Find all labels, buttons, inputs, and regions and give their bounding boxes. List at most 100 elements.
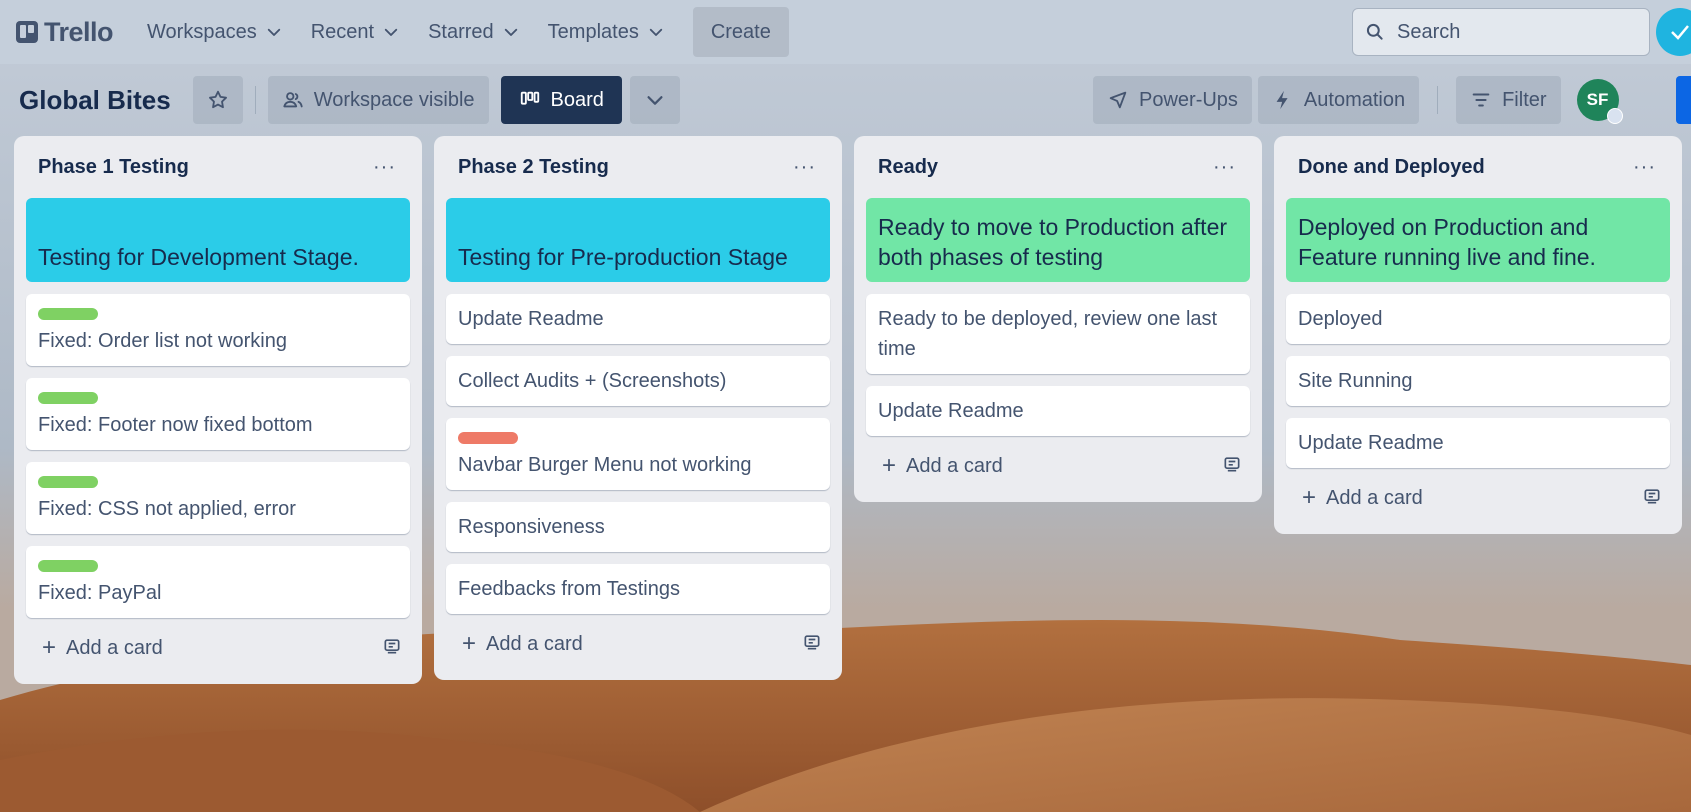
star-icon <box>208 90 227 109</box>
avatar[interactable]: SF <box>1576 79 1623 124</box>
list-footer: + Add a card <box>1286 474 1670 522</box>
nav-templates-label: Templates <box>547 20 639 43</box>
card-title: Fixed: CSS not applied, error <box>38 498 296 520</box>
template-icon[interactable] <box>802 632 822 657</box>
trello-logo[interactable]: Trello <box>16 17 114 48</box>
powerups-button[interactable]: Power-Ups <box>1093 76 1252 124</box>
nav-starred[interactable]: Starred <box>416 8 532 56</box>
board-title[interactable]: Global Bites <box>19 85 171 116</box>
card[interactable]: Responsiveness <box>446 502 830 552</box>
card[interactable]: Fixed: PayPal <box>26 546 410 618</box>
nav-menu: Workspaces Recent Starred Templates Crea… <box>135 7 789 57</box>
card[interactable]: Navbar Burger Menu not working <box>446 418 830 490</box>
card[interactable]: Update Readme <box>866 386 1250 436</box>
template-icon[interactable] <box>382 636 402 661</box>
add-card-label: Add a card <box>1326 486 1423 509</box>
nav-recent[interactable]: Recent <box>299 8 412 56</box>
nav-starred-label: Starred <box>428 20 494 43</box>
visibility-label: Workspace visible <box>313 88 475 111</box>
nav-recent-label: Recent <box>310 20 375 43</box>
card-label-green[interactable] <box>38 308 98 320</box>
list-header[interactable]: Done and Deployed ··· <box>1286 136 1670 198</box>
list-ready: Ready ··· Ready to move to Production af… <box>854 136 1262 502</box>
search-input[interactable] <box>1397 20 1597 44</box>
card[interactable]: Site Running <box>1286 356 1670 406</box>
cover-card[interactable]: Testing for Pre-production Stage <box>446 198 830 282</box>
list-title[interactable]: Ready <box>878 156 938 179</box>
list-header[interactable]: Ready ··· <box>866 136 1250 198</box>
list-footer: + Add a card <box>446 620 830 668</box>
people-icon <box>283 92 303 108</box>
list-title[interactable]: Phase 1 Testing <box>38 156 189 179</box>
chevron-down-icon <box>647 96 663 105</box>
lightning-icon <box>1276 90 1288 110</box>
card[interactable]: Update Readme <box>446 294 830 344</box>
card-title: Ready to be deployed, review one last ti… <box>878 308 1218 360</box>
list-menu-icon[interactable]: ··· <box>787 152 822 183</box>
rocket-icon <box>1109 91 1127 109</box>
card[interactable]: Update Readme <box>1286 418 1670 468</box>
nav-workspaces[interactable]: Workspaces <box>135 8 295 56</box>
card-label-green[interactable] <box>38 392 98 404</box>
card-label-green[interactable] <box>38 476 98 488</box>
automation-label: Automation <box>1303 88 1406 111</box>
add-card-button[interactable]: + Add a card <box>882 454 1003 478</box>
chevron-down-icon <box>504 28 517 36</box>
list-phase-1-testing: Phase 1 Testing ··· Testing for Developm… <box>14 136 422 684</box>
list-title[interactable]: Done and Deployed <box>1298 156 1485 179</box>
card-label-green[interactable] <box>38 560 98 572</box>
list-menu-icon[interactable]: ··· <box>1207 152 1242 183</box>
star-board-button[interactable] <box>192 76 243 124</box>
filter-button[interactable]: Filter <box>1456 76 1561 124</box>
card-label-red[interactable] <box>458 432 518 444</box>
cover-card[interactable]: Testing for Development Stage. <box>26 198 410 282</box>
template-icon[interactable] <box>1642 486 1662 511</box>
cover-card[interactable]: Deployed on Production and Feature runni… <box>1286 198 1670 282</box>
card[interactable]: Feedbacks from Testings <box>446 564 830 614</box>
create-button[interactable]: Create <box>692 7 789 57</box>
card-title: Update Readme <box>878 400 1024 422</box>
divider <box>1437 86 1439 114</box>
visibility-button[interactable]: Workspace visible <box>267 76 489 124</box>
automation-button[interactable]: Automation <box>1257 76 1420 124</box>
card-list: Ready to move to Production after both p… <box>866 198 1250 436</box>
card-title: Testing for Development Stage. <box>38 244 359 270</box>
card[interactable]: Ready to be deployed, review one last ti… <box>866 294 1250 374</box>
list-title[interactable]: Phase 2 Testing <box>458 156 609 179</box>
card-title: Deployed on Production and Feature runni… <box>1298 214 1596 270</box>
board-view-button[interactable]: Board <box>500 76 622 124</box>
search-box[interactable] <box>1352 8 1650 56</box>
list-menu-icon[interactable]: ··· <box>1627 152 1662 183</box>
add-card-button[interactable]: + Add a card <box>1302 486 1423 510</box>
search-icon <box>1366 23 1383 40</box>
list-header[interactable]: Phase 1 Testing ··· <box>26 136 410 198</box>
nav-templates[interactable]: Templates <box>536 8 677 56</box>
plus-icon: + <box>42 634 57 661</box>
card-title: Collect Audits + (Screenshots) <box>458 370 727 392</box>
template-icon[interactable] <box>1222 454 1242 479</box>
add-card-button[interactable]: + Add a card <box>462 632 583 656</box>
share-button[interactable] <box>1676 76 1691 124</box>
card[interactable]: Fixed: Order list not working <box>26 294 410 366</box>
add-card-label: Add a card <box>906 454 1003 477</box>
card[interactable]: Fixed: Footer now fixed bottom <box>26 378 410 450</box>
card[interactable]: Deployed <box>1286 294 1670 344</box>
filter-label: Filter <box>1502 88 1547 111</box>
list-header[interactable]: Phase 2 Testing ··· <box>446 136 830 198</box>
add-card-button[interactable]: + Add a card <box>42 634 163 661</box>
board-actions: Power-Ups Automation Filter SF <box>1093 76 1623 124</box>
bolt-icon <box>1671 25 1689 40</box>
view-switcher-button[interactable] <box>629 76 680 124</box>
list-done-and-deployed: Done and Deployed ··· Deployed on Produc… <box>1274 136 1682 534</box>
card[interactable]: Collect Audits + (Screenshots) <box>446 356 830 406</box>
card-title: Fixed: Order list not working <box>38 330 287 352</box>
card-title: Deployed <box>1298 308 1383 330</box>
add-card-label: Add a card <box>486 632 583 655</box>
cover-card[interactable]: Ready to move to Production after both p… <box>866 198 1250 282</box>
notification-badge[interactable] <box>1656 8 1691 56</box>
card[interactable]: Fixed: CSS not applied, error <box>26 462 410 534</box>
list-footer: + Add a card <box>866 442 1250 490</box>
list-menu-icon[interactable]: ··· <box>367 152 402 183</box>
chevron-down-icon <box>267 28 280 36</box>
admin-chevron-icon <box>1606 108 1623 124</box>
